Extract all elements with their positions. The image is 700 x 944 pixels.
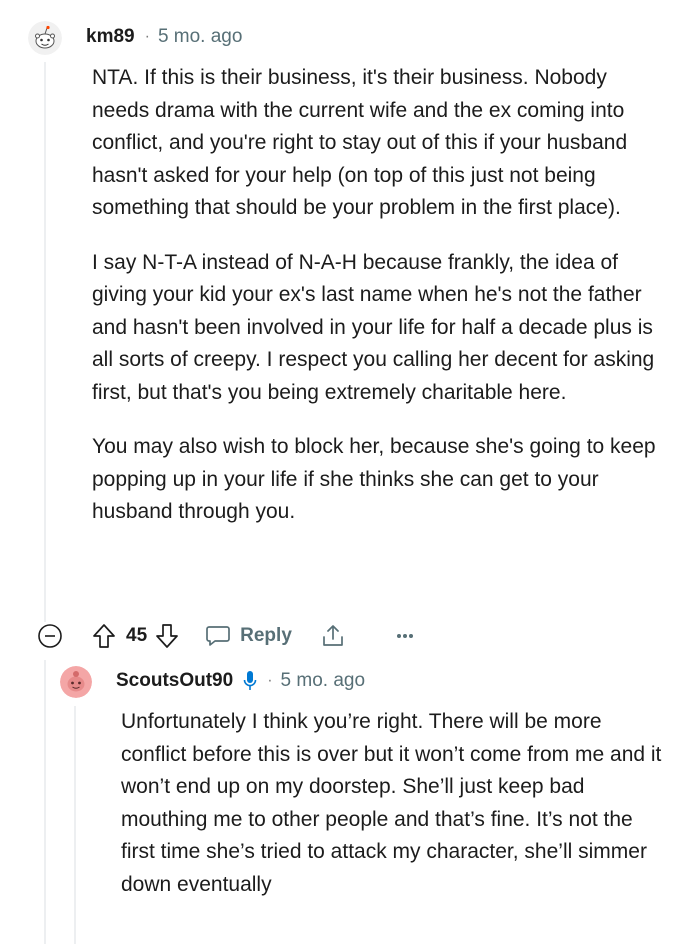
reply-avatar[interactable]: [60, 666, 92, 698]
collapse-minus-icon: [38, 624, 62, 648]
mic-badge: [243, 670, 257, 692]
upvote-button[interactable]: [92, 623, 116, 649]
downvote-arrow-icon: [156, 624, 178, 648]
comment-paragraph: You may also wish to block her, because …: [92, 435, 656, 523]
separator-dot: ·: [267, 672, 273, 689]
microphone-icon: [243, 671, 257, 690]
timestamp[interactable]: 5 mo. ago: [158, 26, 243, 48]
username[interactable]: km89: [86, 26, 135, 48]
comment-paragraph: I say N-T-A instead of N-A-H because fra…: [92, 250, 655, 404]
snoo-avatar-icon: [28, 21, 62, 55]
reply-timestamp[interactable]: 5 mo. ago: [281, 670, 366, 692]
upvote-arrow-icon: [93, 624, 115, 648]
comment-bubble-icon: [206, 626, 230, 646]
comment-body: NTA. If this is their business, it's the…: [92, 62, 662, 551]
share-icon: [323, 625, 343, 646]
reply-paragraph: Unfortunately I think you’re right. Ther…: [121, 710, 662, 896]
thread-line[interactable]: [44, 62, 46, 622]
reply-username[interactable]: ScoutsOut90: [116, 670, 233, 692]
collapse-button[interactable]: [36, 622, 64, 650]
reply-body: Unfortunately I think you’re right. Ther…: [121, 706, 671, 923]
share-button[interactable]: [320, 623, 346, 649]
reply-label: Reply: [240, 625, 292, 646]
vote-count: 45: [126, 625, 148, 646]
thread-line[interactable]: [44, 660, 46, 944]
more-dots-icon: [396, 634, 413, 638]
downvote-button[interactable]: [155, 623, 179, 649]
avatar[interactable]: [28, 21, 62, 55]
more-options-button[interactable]: [396, 633, 414, 639]
separator-dot: ·: [144, 28, 150, 45]
comment-meta: km89 · 5 mo. ago: [86, 26, 242, 48]
reply-meta: ScoutsOut90 · 5 mo. ago: [116, 670, 365, 692]
snoo-avatar-icon: [60, 666, 92, 698]
comment-paragraph: NTA. If this is their business, it's the…: [92, 66, 628, 219]
thread-line-reply[interactable]: [74, 706, 76, 944]
comment-action-bar: 45 Reply: [36, 618, 414, 654]
reply-button[interactable]: Reply: [205, 624, 292, 648]
